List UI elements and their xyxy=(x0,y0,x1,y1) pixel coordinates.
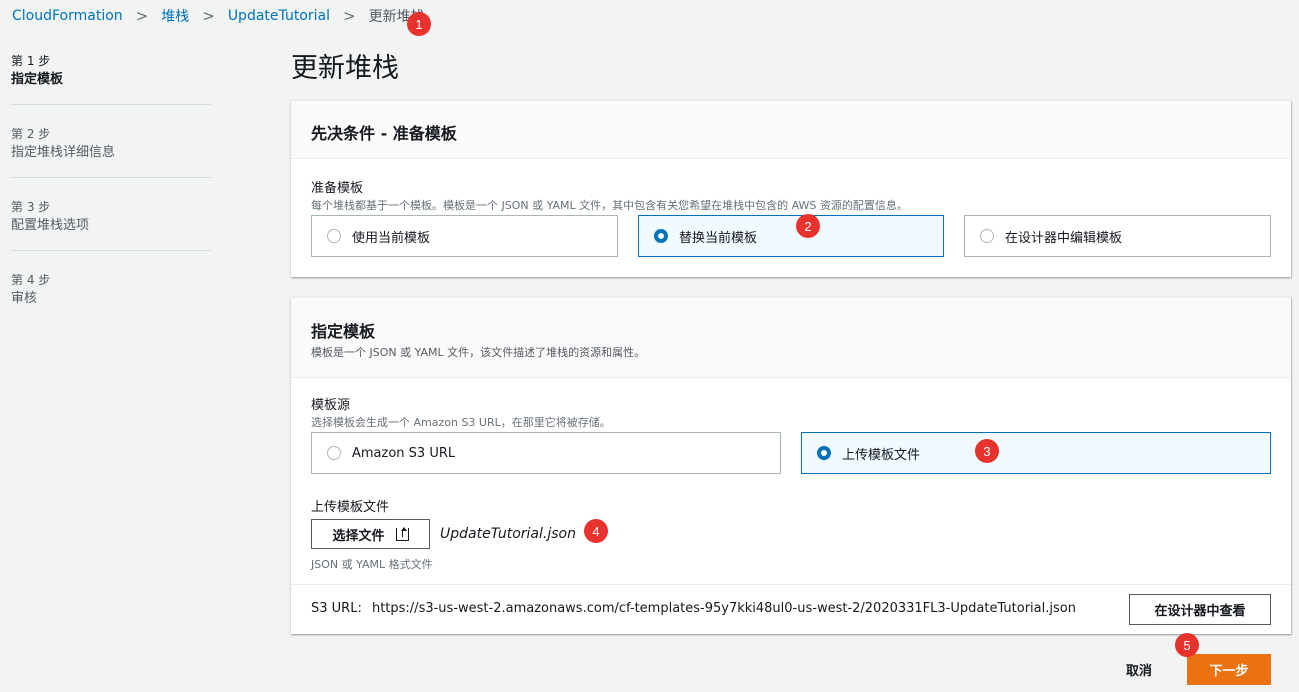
annotation-badge-2: 2 xyxy=(796,214,820,238)
upload-label: 上传模板文件 xyxy=(311,500,390,515)
radio-button[interactable] xyxy=(654,229,668,243)
option-use-current-template[interactable]: 使用当前模板 xyxy=(311,215,618,257)
step-number: 第 3 步 xyxy=(11,200,51,214)
breadcrumb: CloudFormation > 堆栈 > UpdateTutorial > 更… xyxy=(12,6,425,26)
panel-title: 先决条件 - 准备模板 xyxy=(311,124,457,143)
field-label: 模板源 xyxy=(311,398,351,413)
field-label: 准备模板 xyxy=(311,181,364,196)
breadcrumb-cloudformation[interactable]: CloudFormation xyxy=(12,8,123,24)
option-label: 替换当前模板 xyxy=(679,230,758,246)
wizard-step-4[interactable]: 第 4 步 审核 xyxy=(11,269,211,324)
step-name: 指定堆栈详细信息 xyxy=(11,145,116,160)
upload-icon xyxy=(395,526,409,541)
panel-header: 先决条件 - 准备模板 xyxy=(291,101,1291,159)
divider xyxy=(291,584,1291,585)
field-description: 选择模板会生成一个 Amazon S3 URL，在那里它将被存储。 xyxy=(311,416,611,429)
radio-button[interactable] xyxy=(327,446,341,460)
page-title: 更新堆栈 xyxy=(291,53,399,84)
cancel-button[interactable]: 取消 xyxy=(1126,660,1152,679)
step-number: 第 2 步 xyxy=(11,127,51,141)
annotation-badge-5: 5 xyxy=(1175,633,1199,657)
option-edit-in-designer[interactable]: 在设计器中编辑模板 xyxy=(964,215,1271,257)
step-name: 审核 xyxy=(11,291,38,306)
step-number: 第 4 步 xyxy=(11,273,51,287)
field-description: 每个堆栈都基于一个模板。模板是一个 JSON 或 YAML 文件，其中包含有关您… xyxy=(311,199,908,212)
radio-button[interactable] xyxy=(817,446,831,460)
chevron-right-icon: > xyxy=(135,7,149,25)
option-replace-current-template[interactable]: 替换当前模板 xyxy=(638,215,944,257)
annotation-badge-4: 4 xyxy=(584,519,608,543)
step-name: 配置堆栈选项 xyxy=(11,218,90,233)
radio-button[interactable] xyxy=(327,229,341,243)
next-button[interactable]: 下一步 xyxy=(1187,654,1271,685)
specify-template-panel: 指定模板 模板是一个 JSON 或 YAML 文件，该文件描述了堆栈的资源和属性… xyxy=(291,297,1291,634)
option-upload-template-file[interactable]: 上传模板文件 xyxy=(801,432,1271,474)
s3-url-row: S3 URL: https://s3-us-west-2.amazonaws.c… xyxy=(311,601,1076,616)
s3-url-value: https://s3-us-west-2.amazonaws.com/cf-te… xyxy=(371,601,1076,616)
button-label: 选择文件 xyxy=(332,528,385,544)
annotation-badge-1: 1 xyxy=(407,12,431,36)
wizard-steps: 第 1 步 指定模板 第 2 步 指定堆栈详细信息 第 3 步 配置堆栈选项 第… xyxy=(11,50,211,342)
option-label: 在设计器中编辑模板 xyxy=(1005,230,1123,246)
option-amazon-s3-url[interactable]: Amazon S3 URL xyxy=(311,432,781,474)
radio-button[interactable] xyxy=(980,229,994,243)
panel-description: 模板是一个 JSON 或 YAML 文件，该文件描述了堆栈的资源和属性。 xyxy=(311,346,646,359)
upload-hint: JSON 或 YAML 格式文件 xyxy=(311,558,433,571)
panel-title: 指定模板 xyxy=(311,322,376,341)
s3-url-label: S3 URL: xyxy=(311,601,362,616)
annotation-badge-3: 3 xyxy=(975,439,999,463)
step-number: 第 1 步 xyxy=(11,54,51,68)
selected-file-name: UpdateTutorial.json xyxy=(440,526,576,542)
breadcrumb-stacks[interactable]: 堆栈 xyxy=(161,6,189,26)
option-label: 上传模板文件 xyxy=(842,447,921,463)
chevron-right-icon: > xyxy=(342,7,356,25)
prerequisite-panel: 先决条件 - 准备模板 准备模板 每个堆栈都基于一个模板。模板是一个 JSON … xyxy=(291,100,1291,277)
option-label: Amazon S3 URL xyxy=(352,445,456,461)
wizard-step-3[interactable]: 第 3 步 配置堆栈选项 xyxy=(11,196,211,251)
template-source-field: 模板源 选择模板会生成一个 Amazon S3 URL，在那里它将被存储。 xyxy=(311,394,611,430)
view-in-designer-button[interactable]: 在设计器中查看 xyxy=(1129,594,1271,625)
choose-file-button[interactable]: 选择文件 xyxy=(311,519,430,549)
wizard-step-1[interactable]: 第 1 步 指定模板 xyxy=(11,50,211,105)
step-name: 指定模板 xyxy=(11,72,64,87)
wizard-step-2[interactable]: 第 2 步 指定堆栈详细信息 xyxy=(11,123,211,178)
chevron-right-icon: > xyxy=(202,7,215,25)
breadcrumb-updatetutorial[interactable]: UpdateTutorial xyxy=(228,8,330,24)
panel-header: 指定模板 模板是一个 JSON 或 YAML 文件，该文件描述了堆栈的资源和属性… xyxy=(291,298,1291,378)
prepare-template-field: 准备模板 每个堆栈都基于一个模板。模板是一个 JSON 或 YAML 文件，其中… xyxy=(311,177,908,213)
option-label: 使用当前模板 xyxy=(352,230,431,246)
